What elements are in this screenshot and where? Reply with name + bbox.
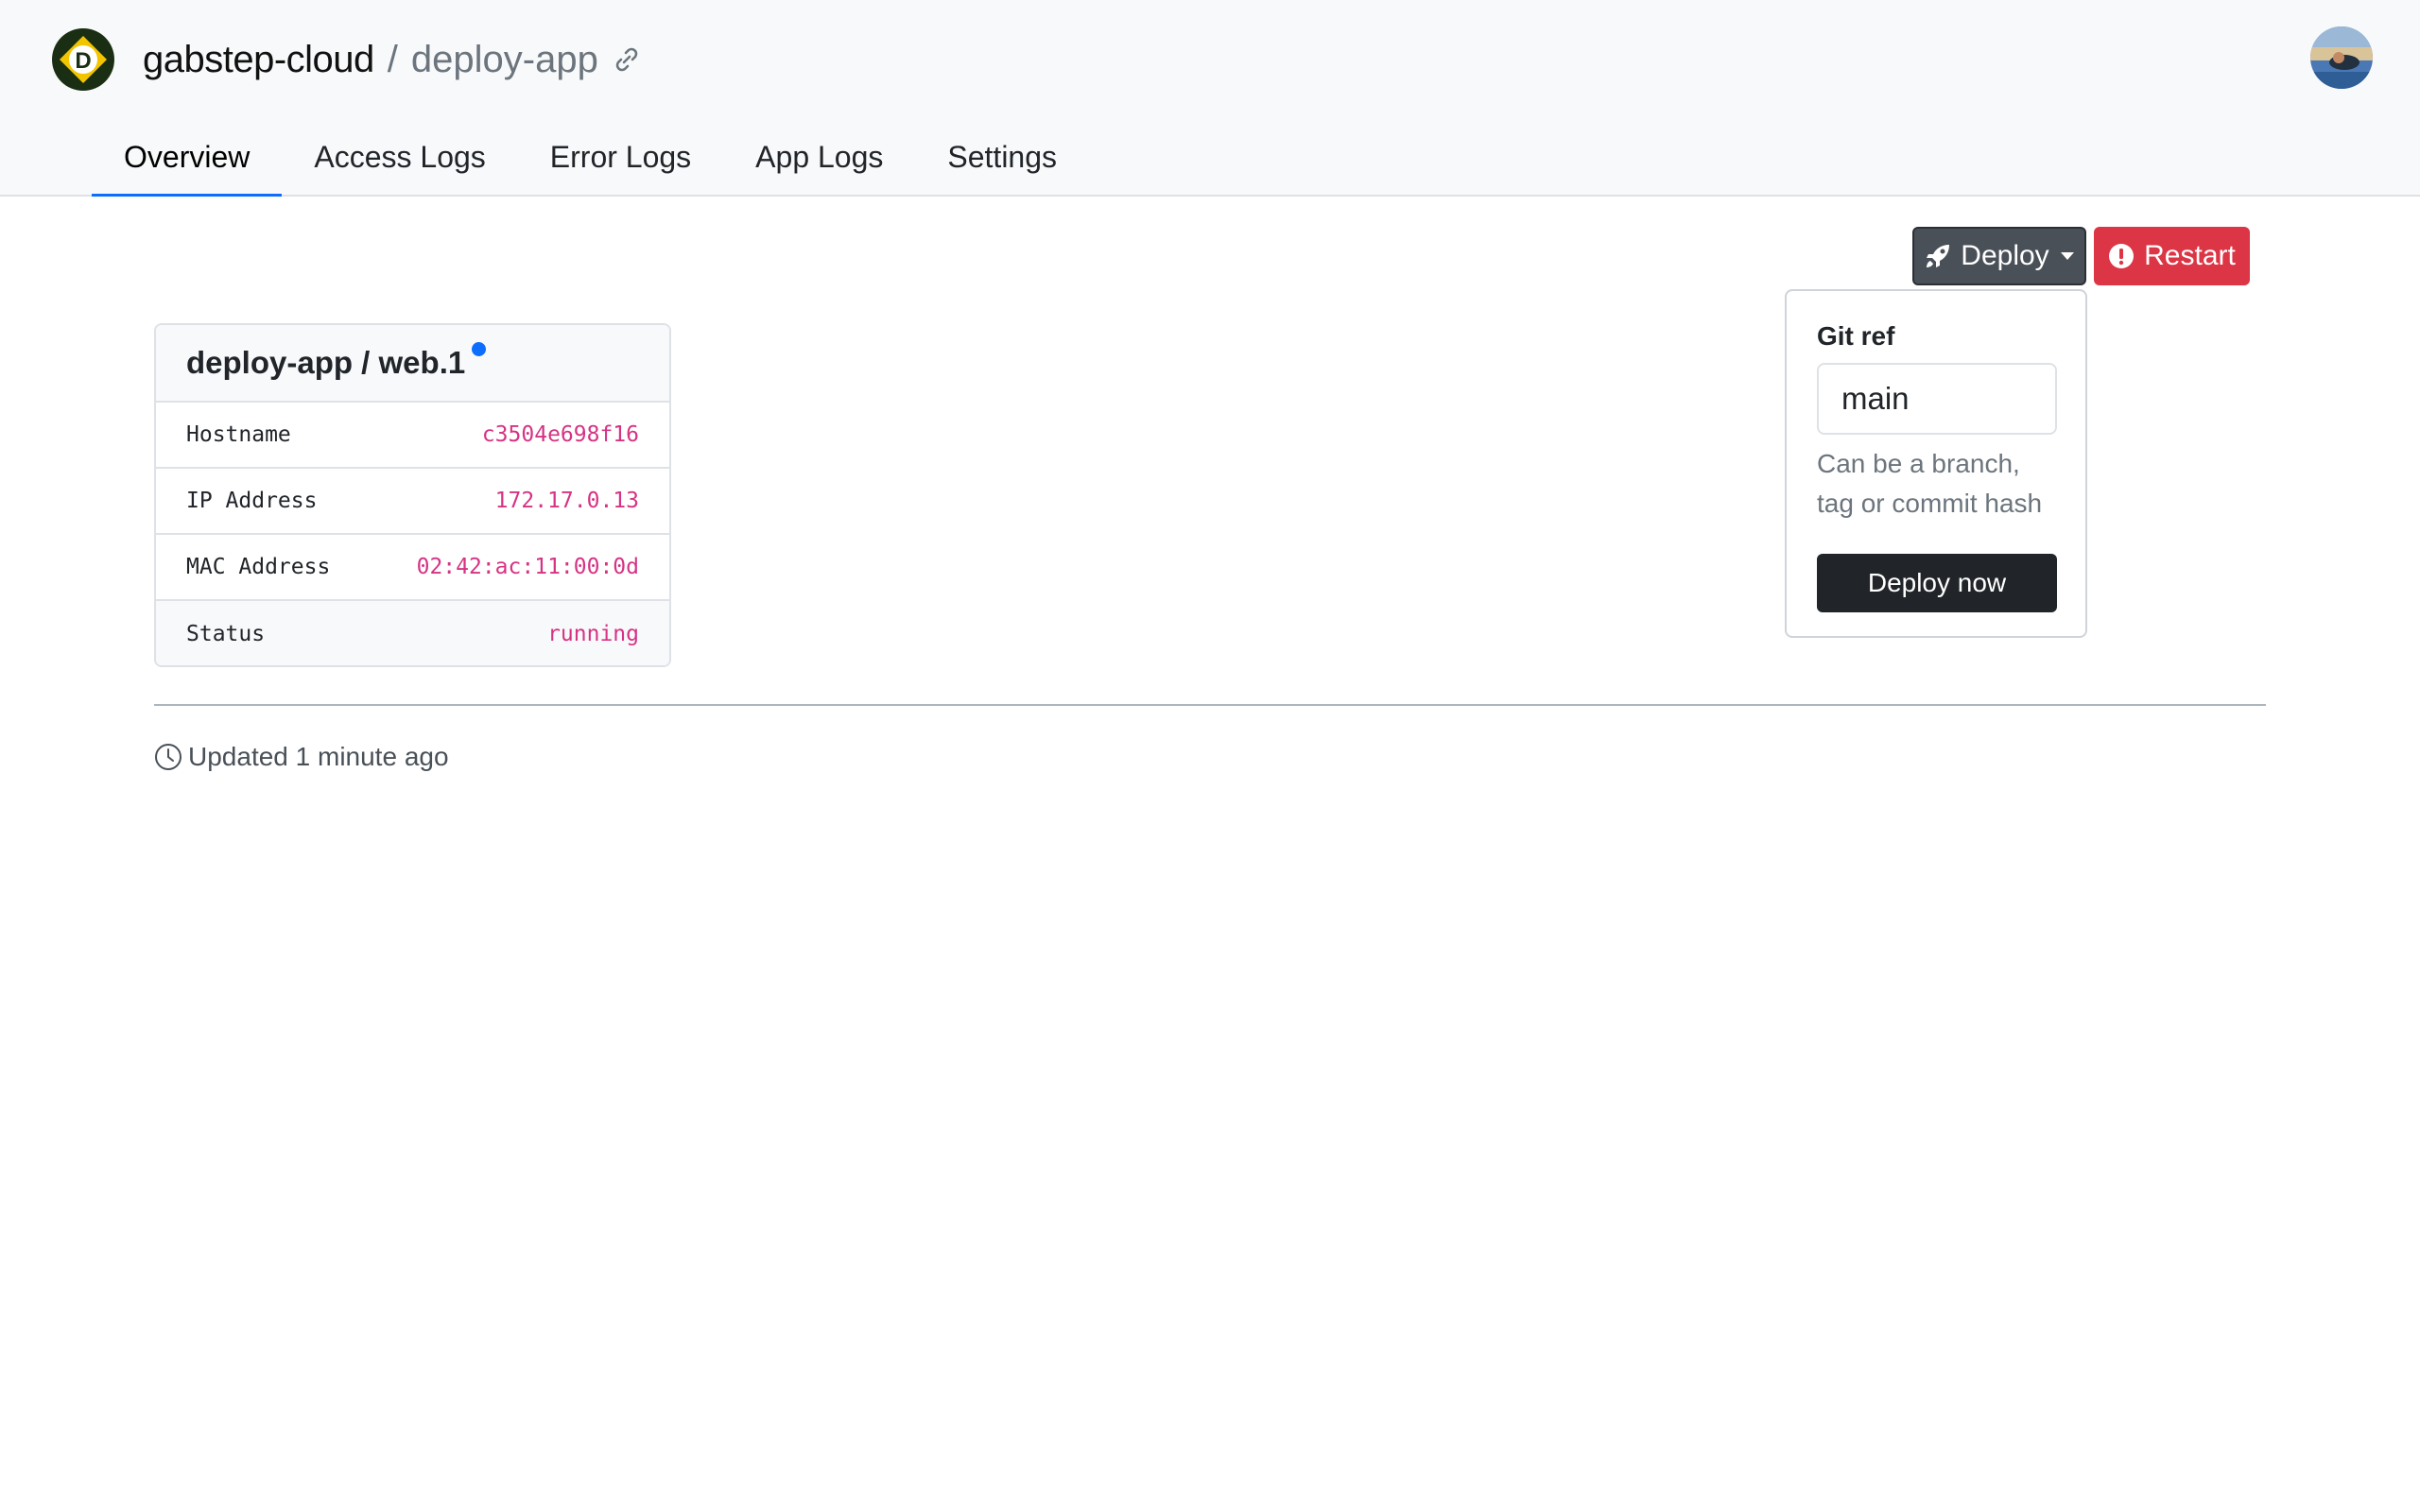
info-value: running xyxy=(547,622,639,646)
tab-error-logs[interactable]: Error Logs xyxy=(518,123,723,197)
deploy-dropdown: Git ref Can be a branch, tag or commit h… xyxy=(1785,289,2087,638)
link-icon[interactable] xyxy=(612,44,642,75)
updated-text: Updated 1 minute ago xyxy=(188,742,449,771)
deploy-button[interactable]: Deploy xyxy=(1912,227,2086,285)
info-key: IP Address xyxy=(186,489,318,513)
info-key: MAC Address xyxy=(186,555,331,579)
chevron-down-icon xyxy=(2060,252,2074,260)
info-key: Hostname xyxy=(186,422,291,447)
breadcrumb-app[interactable]: deploy-app xyxy=(411,39,598,81)
git-ref-help-line2: tag or commit hash xyxy=(1817,489,2043,518)
info-row-status: Status running xyxy=(156,601,669,665)
status-indicator xyxy=(472,342,486,356)
tab-access-logs[interactable]: Access Logs xyxy=(282,123,517,197)
info-row-ip: IP Address 172.17.0.13 xyxy=(156,469,669,535)
container-card: deploy-app / web.1 Hostname c3504e698f16… xyxy=(154,323,671,667)
info-row-hostname: Hostname c3504e698f16 xyxy=(156,403,669,469)
app-header: D gabstep-cloud / deploy-app Overview Ac… xyxy=(0,0,2420,197)
container-card-header: deploy-app / web.1 xyxy=(156,325,669,403)
breadcrumb: gabstep-cloud / deploy-app xyxy=(143,32,642,87)
section-divider xyxy=(154,704,2266,706)
breadcrumb-org[interactable]: gabstep-cloud xyxy=(143,39,374,81)
info-value: 02:42:ac:11:00:0d xyxy=(416,555,639,579)
breadcrumb-separator: / xyxy=(387,38,398,80)
git-ref-input[interactable] xyxy=(1817,363,2057,435)
restart-button[interactable]: Restart xyxy=(2094,227,2250,285)
logo-letter: D xyxy=(75,48,91,74)
git-ref-help-line1: Can be a branch, xyxy=(1817,449,2020,478)
rocket-icon xyxy=(1927,245,1950,267)
deploy-button-label: Deploy xyxy=(1961,240,2049,271)
tab-bar: Overview Access Logs Error Logs App Logs… xyxy=(92,123,1089,197)
updated-status: Updated 1 minute ago xyxy=(154,738,449,776)
git-ref-help: Can be a branch, tag or commit hash xyxy=(1817,444,2055,524)
tab-app-logs[interactable]: App Logs xyxy=(723,123,915,197)
info-value: c3504e698f16 xyxy=(481,422,639,447)
tab-overview[interactable]: Overview xyxy=(92,123,283,197)
tab-settings[interactable]: Settings xyxy=(915,123,1089,197)
app-logo-icon[interactable]: D xyxy=(52,28,114,91)
deploy-now-button[interactable]: Deploy now xyxy=(1817,554,2057,612)
alert-icon xyxy=(2109,244,2135,268)
git-ref-label: Git ref xyxy=(1817,321,1895,351)
restart-button-label: Restart xyxy=(2144,240,2236,271)
clock-icon xyxy=(155,744,182,770)
user-avatar[interactable] xyxy=(2310,26,2373,89)
info-value: 172.17.0.13 xyxy=(494,489,639,513)
info-row-mac: MAC Address 02:42:ac:11:00:0d xyxy=(156,535,669,601)
info-key: Status xyxy=(186,622,266,646)
container-title: deploy-app / web.1 xyxy=(186,345,466,380)
